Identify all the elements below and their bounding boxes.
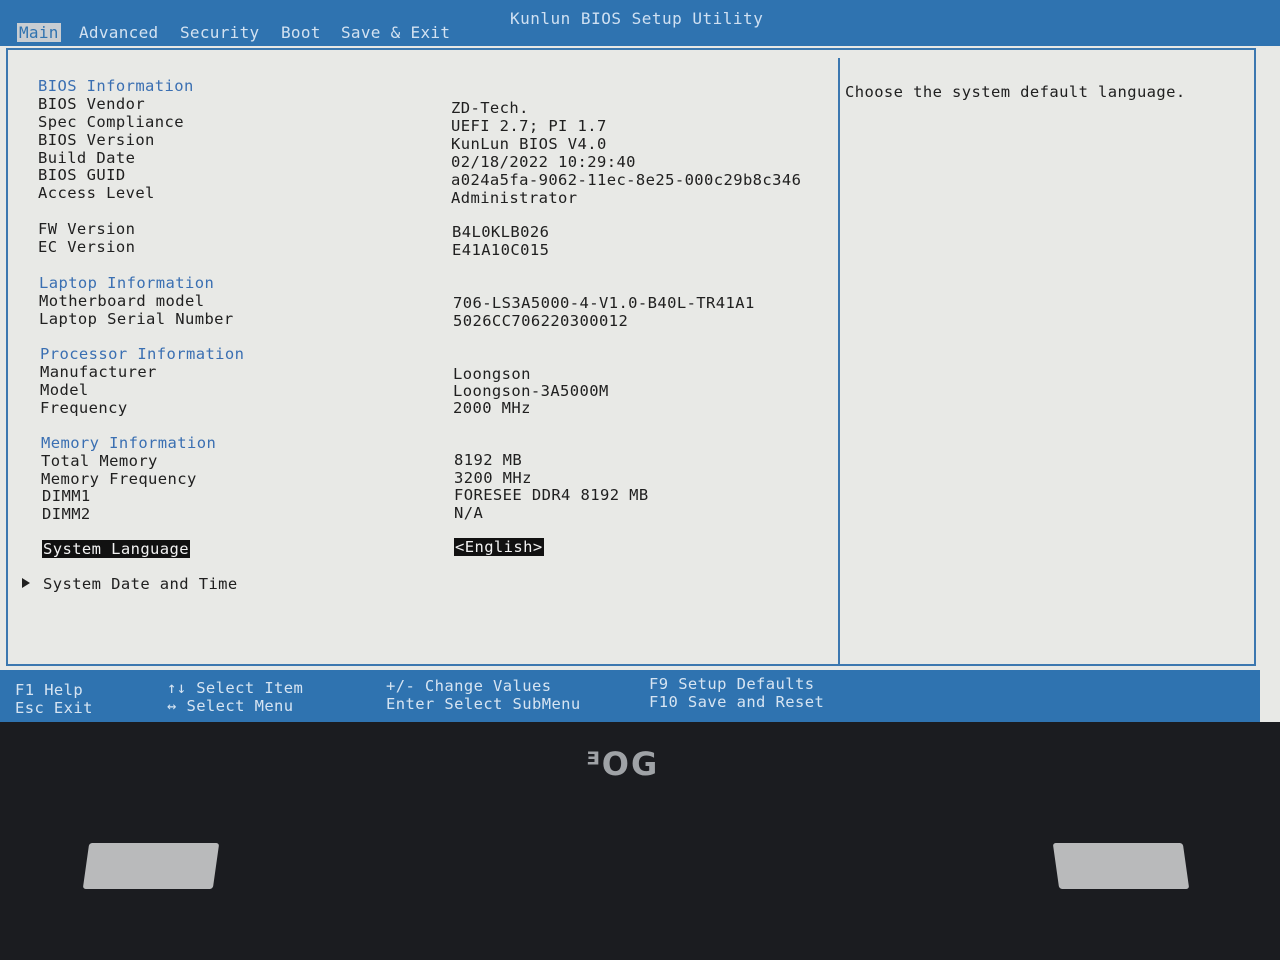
build-date-label: Build Date <box>38 149 136 167</box>
submenu-arrow-icon <box>22 578 30 588</box>
menu-bar: Kunlun BIOS Setup Utility Main Advanced … <box>0 0 1280 46</box>
model-value: Loongson-3A5000M <box>453 382 609 400</box>
key-f10-save-reset: F10 Save and Reset <box>649 693 825 711</box>
memory-info-heading: Memory Information <box>41 434 217 452</box>
tab-security[interactable]: Security <box>178 23 261 42</box>
bios-version-value: KunLun BIOS V4.0 <box>451 135 607 153</box>
tab-boot[interactable]: Boot <box>279 23 323 42</box>
tab-advanced[interactable]: Advanced <box>77 23 160 42</box>
build-date-value: 02/18/2022 10:29:40 <box>451 153 636 171</box>
manufacturer-value: Loongson <box>453 365 531 383</box>
serial-number-label: Laptop Serial Number <box>39 310 234 328</box>
bios-info-heading: BIOS Information <box>38 77 194 95</box>
key-select-menu: ↔ Select Menu <box>167 697 294 715</box>
model-label: Model <box>40 381 89 399</box>
key-esc-exit: Esc Exit <box>15 699 93 717</box>
total-memory-label: Total Memory <box>41 452 158 470</box>
spec-compliance-label: Spec Compliance <box>38 113 184 131</box>
processor-info-heading: Processor Information <box>40 345 245 363</box>
fw-version-label: FW Version <box>38 220 136 238</box>
left-hinge <box>82 843 220 889</box>
key-legend-bar: F1 Help Esc Exit ↑↓ Select Item ↔ Select… <box>0 670 1260 722</box>
memory-frequency-label: Memory Frequency <box>41 470 197 488</box>
system-language-value[interactable]: <English> <box>454 538 544 556</box>
dimm1-label: DIMM1 <box>42 487 91 505</box>
tab-main[interactable]: Main <box>17 23 61 42</box>
system-language-item[interactable]: System Language <box>42 540 190 558</box>
access-level-label: Access Level <box>38 184 155 202</box>
serial-number-value: 5026CC706220300012 <box>453 312 629 330</box>
bios-vendor-label: BIOS Vendor <box>38 95 146 113</box>
help-text: Choose the system default language. <box>845 83 1186 101</box>
motherboard-label: Motherboard model <box>39 292 205 310</box>
frequency-label: Frequency <box>40 399 128 417</box>
tab-save-exit[interactable]: Save & Exit <box>339 23 452 42</box>
bios-vendor-value: ZD-Tech. <box>451 99 529 117</box>
key-f1-help: F1 Help <box>15 681 84 699</box>
access-level-value: Administrator <box>451 189 578 207</box>
dimm2-value: N/A <box>454 504 484 522</box>
key-f9-defaults: F9 Setup Defaults <box>649 675 815 693</box>
brand-logo: ᴲOG <box>586 745 660 783</box>
dimm2-label: DIMM2 <box>42 505 91 523</box>
bios-guid-label: BIOS GUID <box>38 166 126 184</box>
ec-version-value: E41A10C015 <box>452 241 550 259</box>
motherboard-value: 706-LS3A5000-4-V1.0-B40L-TR41A1 <box>453 294 755 312</box>
panel-divider <box>838 58 840 666</box>
bios-screen: Kunlun BIOS Setup Utility Main Advanced … <box>0 0 1280 722</box>
right-hinge <box>1052 843 1190 889</box>
laptop-info-heading: Laptop Information <box>39 274 215 292</box>
spec-compliance-value: UEFI 2.7; PI 1.7 <box>451 117 607 135</box>
key-change-values: +/- Change Values <box>386 677 552 695</box>
dimm1-value: FORESEE DDR4 8192 MB <box>454 486 649 504</box>
memory-frequency-value: 3200 MHz <box>454 469 532 487</box>
key-select-item: ↑↓ Select Item <box>167 679 304 697</box>
total-memory-value: 8192 MB <box>454 451 523 469</box>
fw-version-value: B4L0KLB026 <box>452 223 550 241</box>
bios-version-label: BIOS Version <box>38 131 155 149</box>
system-date-time-item[interactable]: System Date and Time <box>43 575 238 593</box>
manufacturer-label: Manufacturer <box>40 363 157 381</box>
bios-guid-value: a024a5fa-9062-11ec-8e25-000c29b8c346 <box>451 171 802 189</box>
frequency-value: 2000 MHz <box>453 399 531 417</box>
window-title: Kunlun BIOS Setup Utility <box>510 9 764 28</box>
key-enter-submenu: Enter Select SubMenu <box>386 695 581 713</box>
ec-version-label: EC Version <box>38 238 136 256</box>
